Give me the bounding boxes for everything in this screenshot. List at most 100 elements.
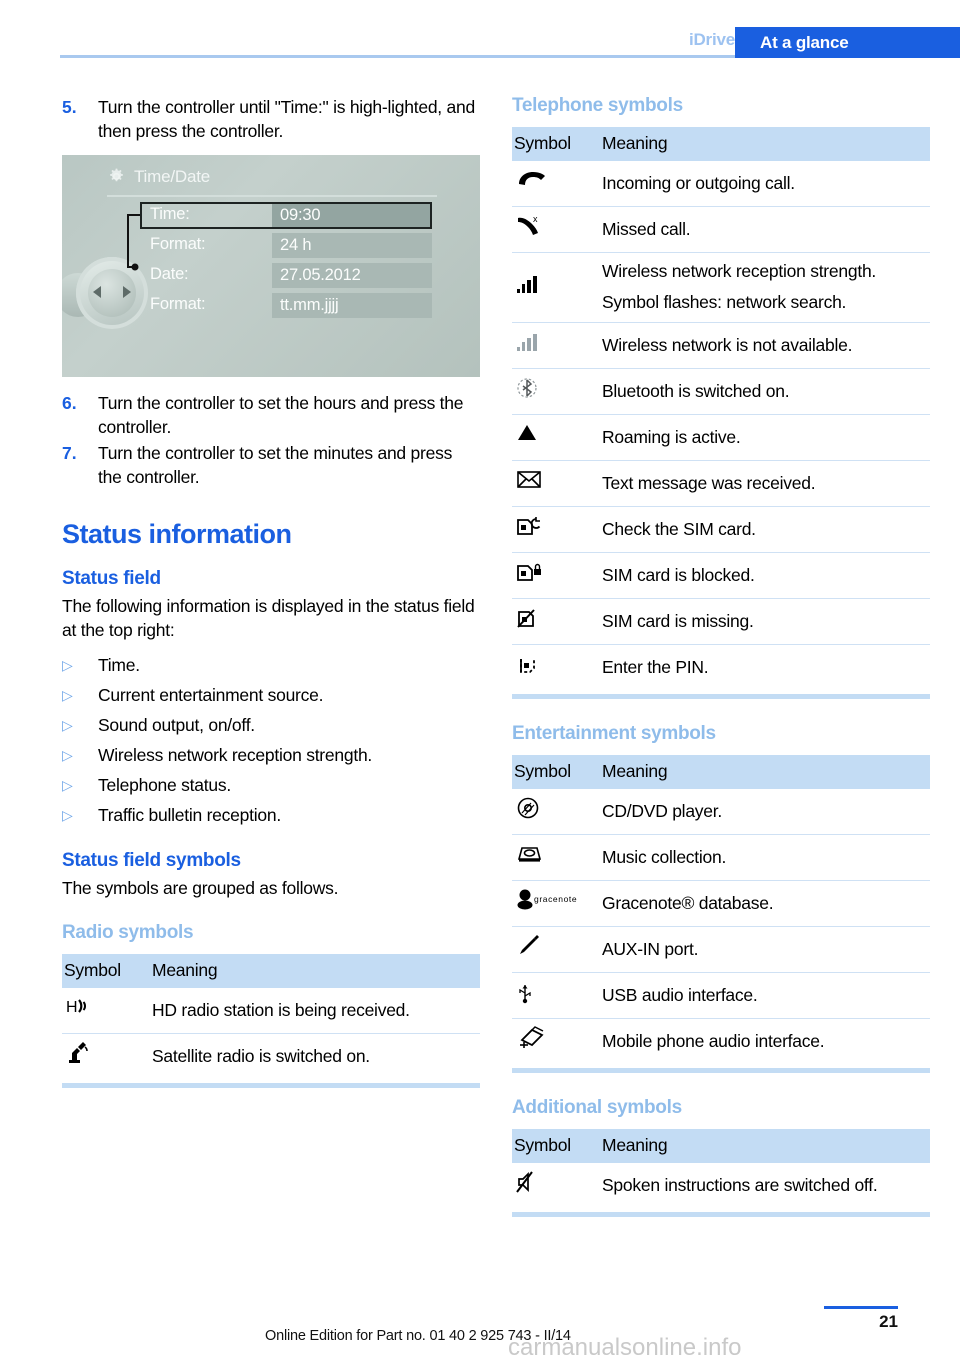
table-row: Music collection. [512,834,930,881]
symbol-cell [512,460,592,507]
meaning-cell: Wireless network is not available. [592,322,930,369]
entertainment-symbols-table: Symbol Meaning CD/DVD player. Music coll… [512,755,930,1064]
list-item-label: Wireless network reception strength. [98,745,373,765]
symbol-cell [512,834,592,881]
step-text: Turn the controller to set the minutes a… [98,443,453,487]
sim-missing-icon [516,606,572,630]
list-item-label: Time. [98,655,140,675]
list-item: ▷ Time. [62,652,480,678]
page-number: 21 [879,1312,898,1331]
gear-icon [107,167,126,186]
table-row: AUX-IN port. [512,926,930,973]
table-row: Text message was received. [512,460,930,507]
symbol-cell [512,1163,592,1208]
header-section-tab: At a glance [735,27,960,58]
illustration-menu-value: 09:30 [280,206,321,224]
symbol-cell: x [512,206,592,253]
watermark-text: carmanualsonline.info [508,1334,742,1361]
cd-dvd-icon [516,796,572,820]
symbol-cell: H [62,988,142,1034]
sim-check-icon [516,514,572,538]
triangle-bullet-icon: ▷ [62,807,73,823]
list-item: ▷ Telephone status. [62,772,480,798]
illustration-menu-label: Time: [150,205,190,223]
envelope-icon [516,468,572,492]
sim-pin-icon [516,652,572,676]
left-column: 5. Turn the controller until "Time:" is … [62,95,480,1112]
meaning-cell: Music collection. [592,834,930,881]
meaning-cell: Mobile phone audio interface. [602,1030,825,1051]
meaning-cell: Missed call. [592,206,930,253]
meaning-cell: Roaming is active. [592,414,930,461]
radio-symbols-table: Symbol Meaning H HD radio station is bei… [62,954,480,1079]
table-row: Mobile phone audio interface. [512,1019,930,1065]
table-bottom-rule [512,1212,930,1217]
status-symbols-intro-text: The symbols are grouped as follows. [62,878,339,898]
illustration-menu-list: Time: 09:30 Format: 24 h Date: 27.05.201… [140,202,440,323]
meaning-cell: Enter the PIN. [602,656,709,677]
step-item: 5. Turn the controller until "Time:" is … [62,95,480,143]
page-header: iDrive At a glance [0,0,960,60]
svg-text:x: x [533,214,538,224]
illustration-title-divider [107,195,437,197]
table-caption-entertainment-symbols: Entertainment symbols [512,723,716,744]
meaning-cell: USB audio interface. [592,972,930,1019]
triangle-bullet-icon: ▷ [62,717,73,733]
step-number: 6. [62,393,77,413]
table-row: SIM card is missing. [512,598,930,645]
symbol-cell [512,414,592,461]
controller-left-arrow-icon [93,286,101,298]
illustration-menu-label: Date: [150,265,189,283]
table-header-row: Symbol Meaning [62,954,480,988]
header-chapter-label: iDrive [688,30,735,49]
signal-bars-icon [516,272,572,296]
telephone-symbols-table: Symbol Meaning Incoming or outgoing call… [512,127,930,690]
status-field-intro-text: The following information is displayed i… [62,596,475,640]
controller-right-arrow-icon [123,286,131,298]
meaning-cell: CD/DVD player. [592,789,930,835]
phone-handset-icon [516,168,572,192]
sim-blocked-icon [516,560,572,584]
symbol-cell [62,1034,142,1080]
speaker-muted-icon [516,1170,572,1194]
list-item-label: Traffic bulletin reception. [98,805,281,825]
meaning-note: Symbol flashes: network search. [602,292,847,312]
page-footer: Online Edition for Part no. 01 40 2 925 … [0,1292,960,1362]
meaning-cell: SIM card is blocked. [592,552,930,599]
table-row: Wireless network is not available. [512,322,930,369]
symbol-cell [512,161,592,207]
symbol-cell [512,972,592,1019]
list-item: ▷ Sound output, on/off. [62,712,480,738]
gracenote-icon: gracenote [516,888,592,912]
column-header-symbol: Symbol [62,954,142,988]
list-item: ▷ Current entertainment source. [62,682,480,708]
subheading-status-field: Status field [62,568,161,589]
column-header-symbol: Symbol [512,755,592,789]
table-caption-telephone-symbols: Telephone symbols [512,95,683,116]
illustration-menu-row: Format: tt.mm.jjjj [140,293,440,319]
missed-call-icon: x [516,214,572,238]
meaning-cell: HD radio station is being received. [142,988,480,1034]
roaming-triangle-icon [516,422,572,446]
table-row: Enter the PIN. [512,645,930,691]
table-caption-additional-symbols: Additional symbols [512,1097,682,1118]
symbol-cell [512,368,592,415]
list-item: ▷ Traffic bulletin reception. [62,802,480,828]
illustration-menu-value: tt.mm.jjjj [280,296,339,314]
illustration-menu-value: 24 h [280,236,312,254]
step-text: Turn the controller to set the hours and… [98,393,464,437]
table-row: Check the SIM card. [512,506,930,553]
list-item-label: Sound output, on/off. [98,715,255,735]
bluetooth-icon [516,376,572,400]
column-header-meaning: Meaning [592,755,930,789]
satellite-radio-icon [66,1041,122,1065]
symbol-cell [512,926,592,973]
illustration-menu-row: Date: 27.05.2012 [140,263,440,289]
aux-in-icon [516,934,572,958]
symbol-cell: gracenote [512,880,592,927]
idrive-screen-illustration: Time/Date Time: 09:30 Format: 24 h Date:… [62,155,480,377]
meaning-cell: Wireless network reception strength. Sym… [592,252,930,323]
triangle-bullet-icon: ▷ [62,747,73,763]
idrive-controller-graphic [62,253,152,337]
step-number: 7. [62,443,77,463]
